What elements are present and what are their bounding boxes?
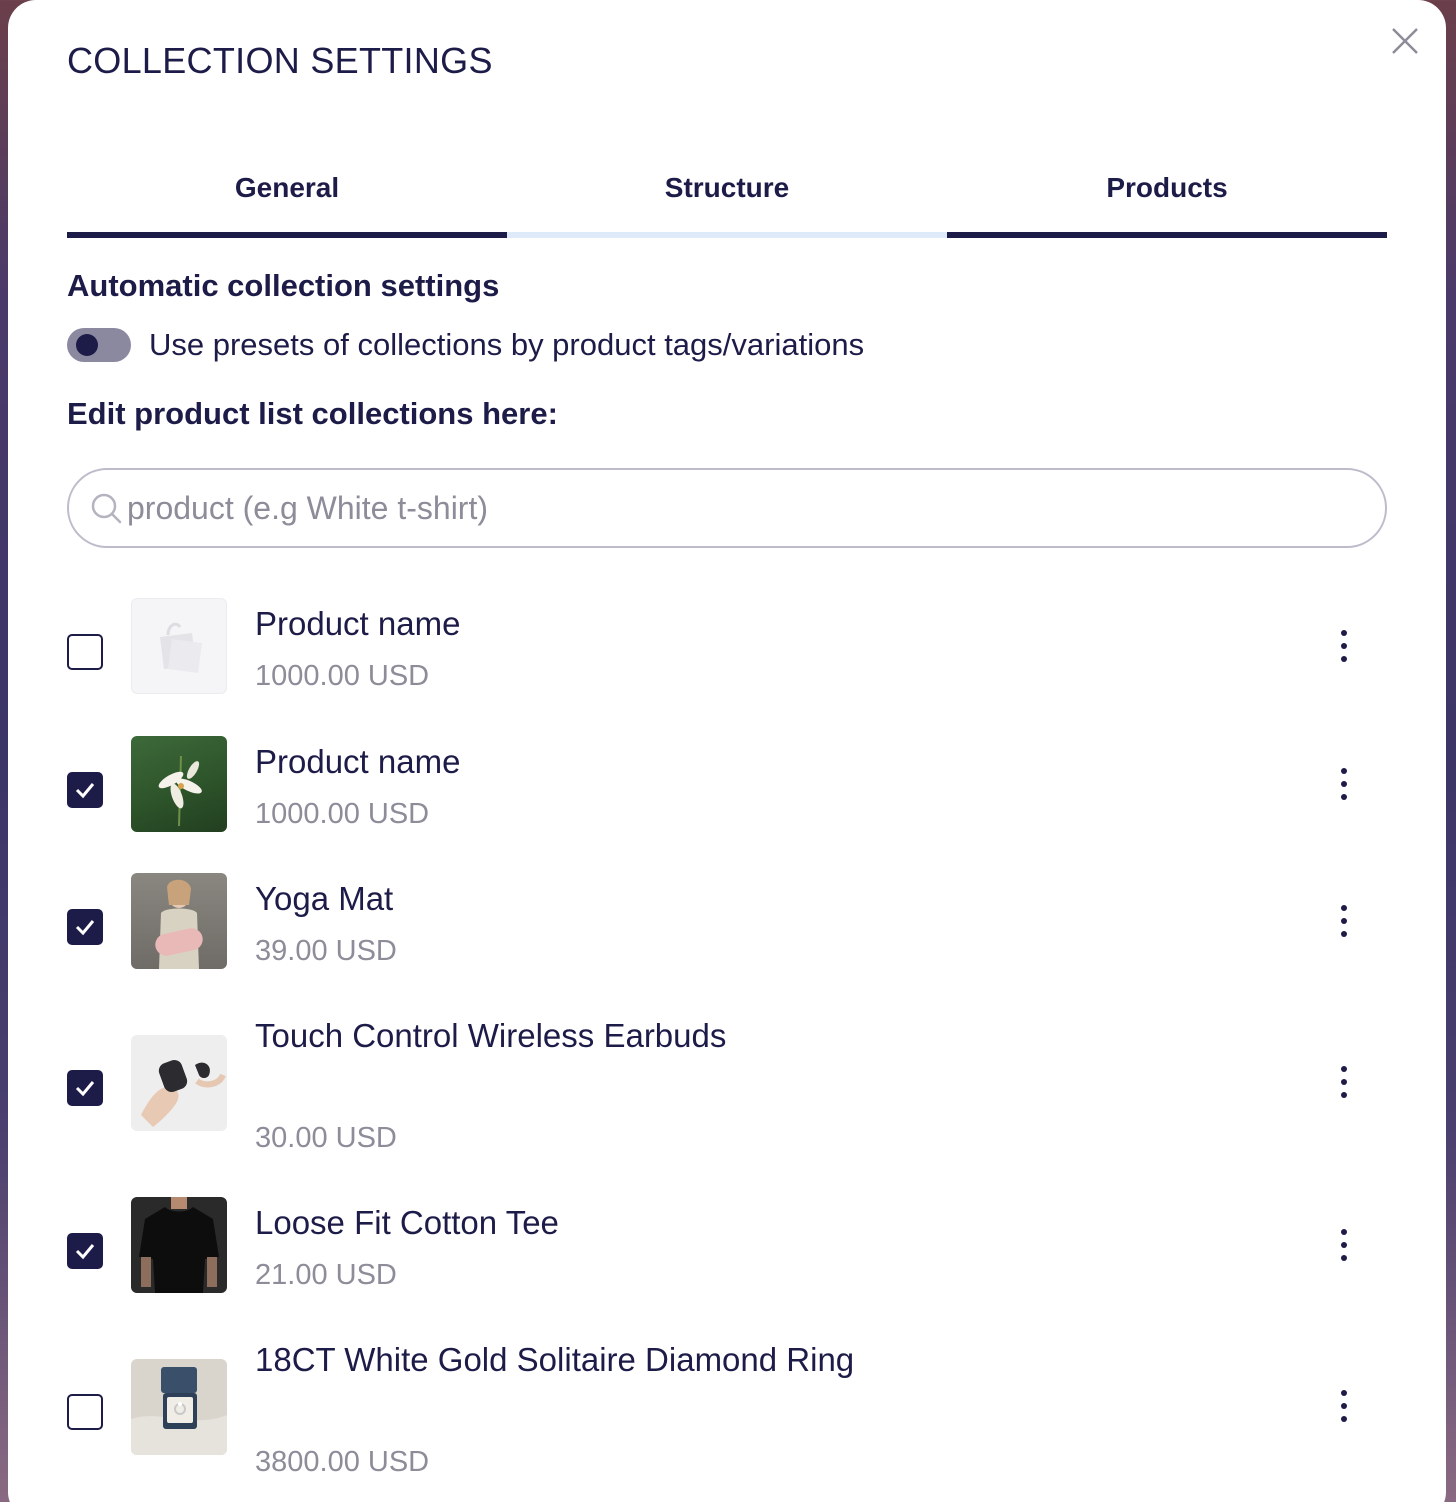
- dot: [1341, 1416, 1347, 1422]
- product-checkbox[interactable]: [67, 1070, 103, 1106]
- dot: [1341, 1092, 1347, 1098]
- more-options-button[interactable]: [1329, 1225, 1359, 1265]
- product-price: 30.00 USD: [255, 1122, 397, 1154]
- dot: [1341, 1255, 1347, 1261]
- dot: [1341, 1066, 1347, 1072]
- product-price: 39.00 USD: [255, 935, 397, 967]
- product-checkbox[interactable]: [67, 1394, 103, 1430]
- collection-settings-dialog: COLLECTION SETTINGS General Structure Pr…: [8, 0, 1446, 1502]
- more-options-button[interactable]: [1329, 1386, 1359, 1426]
- product-checkbox[interactable]: [67, 909, 103, 945]
- tab-underline: [67, 232, 507, 238]
- dot: [1341, 1390, 1347, 1396]
- dot: [1341, 794, 1347, 800]
- product-thumbnail: [131, 1359, 227, 1455]
- product-row: Touch Control Wireless Earbuds 30.00 USD: [67, 1010, 1387, 1160]
- product-thumbnail: [131, 1035, 227, 1131]
- dot: [1341, 1229, 1347, 1235]
- tab-label: Products: [1106, 172, 1228, 203]
- product-row: 18CT White Gold Solitaire Diamond Ring 3…: [67, 1334, 1387, 1484]
- dot: [1341, 630, 1347, 636]
- search-icon: [91, 493, 122, 524]
- ring-box-image: [131, 1367, 227, 1455]
- product-checkbox[interactable]: [67, 1233, 103, 1269]
- dialog-title: COLLECTION SETTINGS: [67, 40, 493, 81]
- product-row: Product name 1000.00 USD: [67, 736, 1387, 834]
- product-name: Touch Control Wireless Earbuds: [255, 1017, 727, 1054]
- dot: [1341, 918, 1347, 924]
- presets-toggle[interactable]: [67, 328, 131, 362]
- product-name: Product name: [255, 605, 461, 642]
- close-button[interactable]: [1388, 24, 1422, 58]
- dot: [1341, 1242, 1347, 1248]
- tab-general[interactable]: General: [67, 160, 507, 238]
- shopping-bag-icon: [160, 622, 202, 673]
- tab-products[interactable]: Products: [947, 160, 1387, 238]
- product-price: 1000.00 USD: [255, 660, 430, 692]
- earbuds-image: [141, 1060, 226, 1127]
- product-row: Yoga Mat 39.00 USD: [67, 873, 1387, 971]
- black-tee-image: [139, 1197, 219, 1293]
- product-name: 18CT White Gold Solitaire Diamond Ring: [255, 1341, 855, 1378]
- checkmark-icon: [75, 1244, 95, 1260]
- product-name: Product name: [255, 743, 461, 780]
- product-checkbox[interactable]: [67, 634, 103, 670]
- automatic-settings-heading: Automatic collection settings: [67, 268, 500, 303]
- edit-list-heading: Edit product list collections here:: [67, 396, 558, 431]
- more-options-button[interactable]: [1329, 764, 1359, 804]
- close-icon: [1392, 28, 1418, 54]
- product-search: [67, 468, 1387, 548]
- product-price: 1000.00 USD: [255, 798, 430, 830]
- product-thumbnail: [131, 598, 227, 694]
- product-checkbox[interactable]: [67, 772, 103, 808]
- checkmark-icon: [75, 1081, 95, 1097]
- more-options-button[interactable]: [1329, 1062, 1359, 1102]
- more-options-button[interactable]: [1329, 901, 1359, 941]
- tab-underline: [507, 232, 947, 238]
- dot: [1341, 1403, 1347, 1409]
- lily-flower-image: [158, 755, 202, 827]
- checkmark-icon: [75, 783, 95, 799]
- tab-underline: [947, 232, 1387, 238]
- presets-toggle-label: Use presets of collections by product ta…: [149, 327, 865, 362]
- product-name: Loose Fit Cotton Tee: [255, 1204, 559, 1241]
- dot: [1341, 768, 1347, 774]
- product-price: 3800.00 USD: [255, 1446, 430, 1478]
- tab-label: General: [234, 172, 340, 203]
- dot: [1341, 656, 1347, 662]
- toggle-knob: [76, 334, 98, 356]
- yoga-mat-image: [155, 879, 203, 969]
- product-name: Yoga Mat: [255, 880, 394, 917]
- dot: [1341, 643, 1347, 649]
- product-row: Loose Fit Cotton Tee 21.00 USD: [67, 1197, 1387, 1295]
- tab-bar: General Structure Products: [67, 160, 1387, 238]
- dot: [1341, 1079, 1347, 1085]
- product-thumbnail: [131, 736, 227, 832]
- more-options-button[interactable]: [1329, 626, 1359, 666]
- tab-label: Structure: [664, 172, 790, 203]
- presets-toggle-row: Use presets of collections by product ta…: [67, 324, 864, 366]
- dot: [1341, 931, 1347, 937]
- tab-structure[interactable]: Structure: [507, 160, 947, 238]
- search-input[interactable]: [127, 478, 1385, 538]
- product-price: 21.00 USD: [255, 1259, 397, 1291]
- product-row: Product name 1000.00 USD: [67, 598, 1387, 696]
- product-thumbnail: [131, 1197, 227, 1293]
- dot: [1341, 781, 1347, 787]
- product-thumbnail: [131, 873, 227, 969]
- dot: [1341, 905, 1347, 911]
- checkmark-icon: [75, 920, 95, 936]
